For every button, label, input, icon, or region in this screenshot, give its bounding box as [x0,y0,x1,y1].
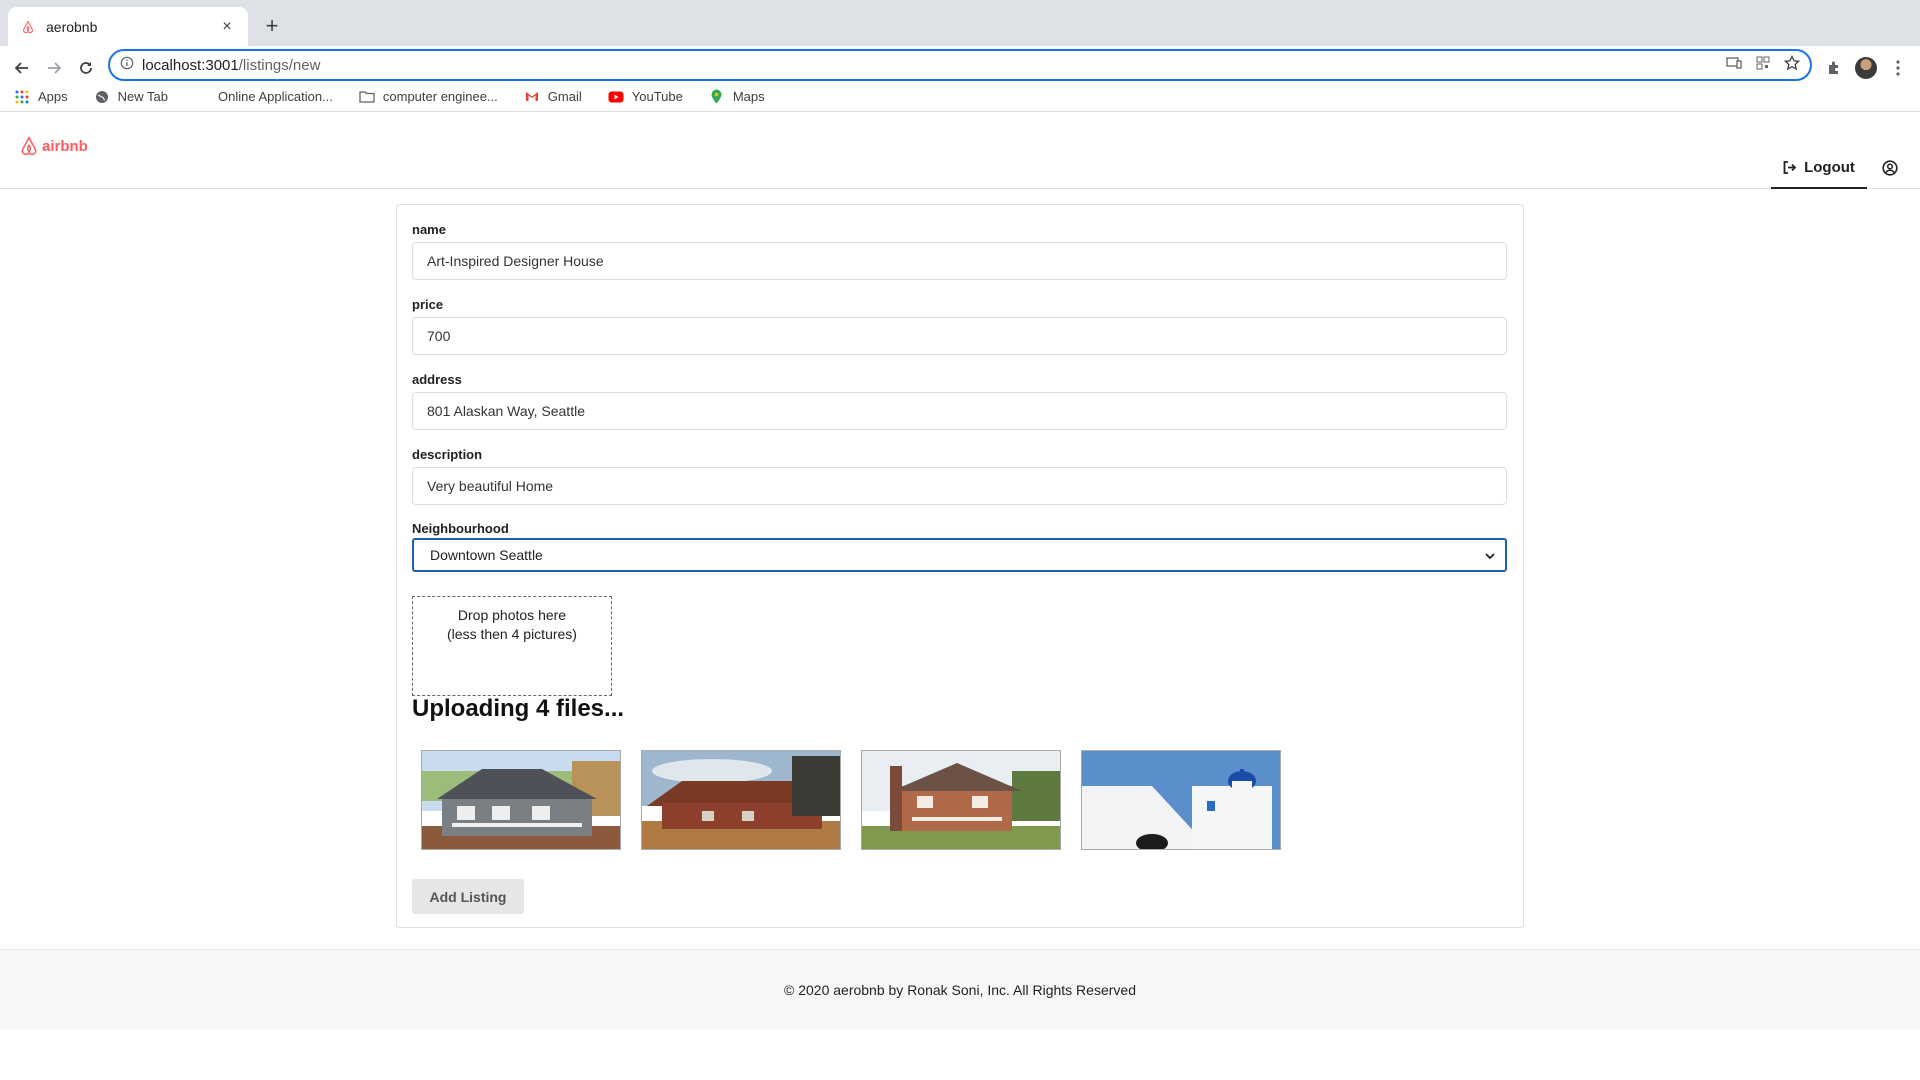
new-tab-button[interactable]: + [258,12,286,40]
bookmarks-bar: Apps New Tab Online Application... compu… [0,82,1920,112]
globe-icon [94,89,110,105]
address-input[interactable] [412,392,1507,430]
gmail-icon [524,89,540,105]
house-photo-4 [1081,750,1281,850]
address-label: address [412,372,462,387]
neighbourhood-select[interactable]: Downtown Seattle [412,538,1507,572]
logo-text: airbnb [42,137,88,155]
url-text: localhost:3001/listings/new [142,57,320,74]
description-input[interactable] [412,467,1507,505]
browser-menu-icon[interactable] [1883,53,1913,83]
reload-icon[interactable] [72,54,100,82]
browser-tab-aerobnb[interactable]: aerobnb × [8,7,248,46]
chevron-down-icon [1485,547,1495,563]
user-circle-icon[interactable] [1882,160,1900,178]
bookmark-star-icon[interactable] [1783,54,1801,76]
uploading-status: Uploading 4 files... [412,695,625,722]
bookmark-online-application[interactable]: Online Application... [194,89,333,105]
bookmark-label: Online Application... [217,89,333,104]
youtube-icon [608,89,624,105]
profile-avatar[interactable] [1851,53,1881,83]
url-host: localhost:3001 [142,56,239,74]
bookmark-maps[interactable]: Maps [709,89,765,105]
qr-code-icon[interactable] [1756,56,1770,75]
site-info-icon[interactable] [120,56,134,75]
tab-close-icon[interactable]: × [218,18,236,36]
airbnb-logo[interactable]: airbnb [20,136,88,156]
copyright-text: © 2020 aerobnb by Ronak Soni, Inc. All R… [784,981,1136,998]
forward-arrow-icon[interactable] [40,54,68,82]
extensions-puzzle-icon[interactable] [1819,53,1849,83]
browser-tab-bar: aerobnb × + [0,0,1920,46]
bookmark-apps[interactable]: Apps [14,89,68,105]
bookmark-computer-engineering[interactable]: computer enginee... [359,89,498,105]
bookmark-new-tab[interactable]: New Tab [94,89,168,105]
airbnb-logo-icon [21,136,37,156]
house-photo-3 [861,750,1061,850]
omnibox-actions [1726,54,1801,76]
bookmark-label: New Tab [117,89,168,104]
house-photo-2 [641,750,841,850]
apps-grid-icon [14,89,30,105]
site-footer: © 2020 aerobnb by Ronak Soni, Inc. All R… [0,949,1920,1029]
price-label: price [412,297,444,312]
logout-label: Logout [1804,159,1855,176]
description-label: description [412,447,483,462]
bookmark-label: Apps [38,89,68,104]
house-photo-1 [421,750,621,850]
new-listing-form: name price address description Neighbour… [396,204,1524,928]
bookmark-label: YouTube [631,89,683,104]
bookmark-label: computer enginee... [382,89,498,104]
photo-dropzone[interactable]: Drop photos here (less then 4 pictures) [412,596,612,696]
dropzone-line-2: (less then 4 pictures) [447,626,577,642]
bookmark-label: Maps [732,89,765,104]
bookmark-label: Gmail [547,89,582,104]
maps-pin-icon [709,89,725,105]
name-label: name [412,222,446,237]
price-input[interactable] [412,317,1507,355]
neighbourhood-label: Neighbourhood [412,521,509,536]
add-listing-button[interactable]: Add Listing [412,879,524,914]
blank-page-icon [194,89,210,105]
bookmark-gmail[interactable]: Gmail [524,89,582,105]
dropzone-line-1: Drop photos here [457,607,567,623]
logout-button[interactable]: Logout [1771,148,1867,189]
folder-icon [359,89,375,105]
bookmark-youtube[interactable]: YouTube [608,89,683,105]
app-header: airbnb Logout [0,112,1920,189]
address-bar[interactable]: localhost:3001/listings/new [108,49,1812,81]
name-input[interactable] [412,242,1507,280]
sign-out-icon [1783,161,1797,174]
cast-icon[interactable] [1726,56,1742,75]
back-arrow-icon[interactable] [8,54,36,82]
neighbourhood-selected-value: Downtown Seattle [430,547,543,563]
airbnb-favicon-icon [20,19,36,35]
url-path: /listings/new [238,56,321,74]
tab-title: aerobnb [46,18,98,35]
